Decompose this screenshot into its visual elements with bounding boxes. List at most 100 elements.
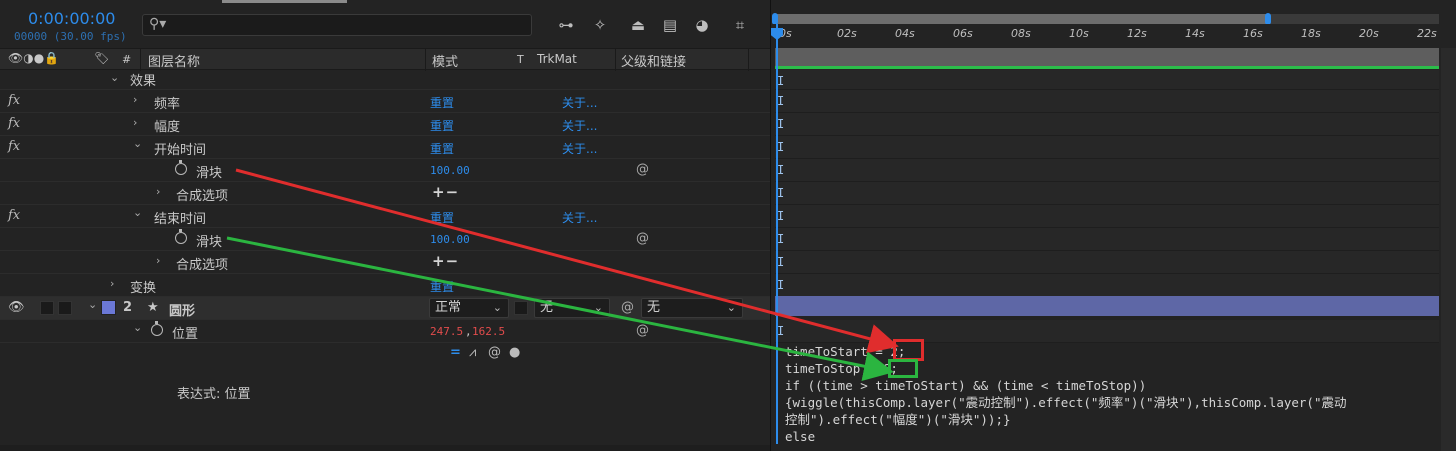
expression-editor[interactable]: timeToStart = 2; timeToStop = 6; if ((time… (785, 343, 1347, 445)
about-link[interactable]: 关于... (562, 209, 597, 226)
reset-link[interactable]: 重置 (430, 117, 454, 134)
ruler-tick-label: 16s (1243, 27, 1263, 40)
current-time-indicator[interactable] (776, 24, 778, 444)
chevron-down-icon: ⌄ (726, 301, 736, 314)
chevron-right-icon[interactable]: › (156, 185, 160, 198)
about-link[interactable]: 关于... (562, 140, 597, 157)
chevron-right-icon[interactable]: › (133, 116, 137, 129)
parent-link-column-header[interactable]: 父级和链接 (621, 51, 686, 70)
reset-link[interactable]: 重置 (430, 94, 454, 111)
keyframe-ibeam-icon: I (777, 140, 785, 154)
visibility-eye-icon[interactable]: 👁 (8, 300, 25, 315)
chevron-right-icon[interactable]: › (156, 254, 160, 267)
search-icon: ⚲▾ (149, 16, 167, 32)
label-column-icon[interactable]: 🏷 (94, 51, 109, 65)
composition-flowchart-icon[interactable]: ⊶ (556, 15, 576, 35)
enable-expression-icon[interactable]: = (450, 345, 461, 360)
expression-pickwhip-icon[interactable]: @ (488, 345, 501, 360)
chevron-down-icon[interactable]: ⌄ (88, 298, 97, 311)
stopwatch-icon[interactable] (175, 160, 187, 175)
position-y-value[interactable]: 162.5 (472, 325, 505, 338)
expression-line: {wiggle(thisComp.layer("震动控制").effect("频… (785, 395, 1347, 410)
parent-select[interactable]: 无 ⌄ (641, 298, 743, 318)
stopwatch-icon[interactable] (175, 229, 187, 244)
pickwhip-icon[interactable]: @ (636, 231, 649, 246)
timeline-toolbar: 0:00:00:00 00000 (30.00 fps) ⚲▾ ⊶ ✧ ⏏ ▤ … (0, 0, 770, 48)
fx-icon[interactable]: fx (8, 208, 20, 223)
t-column-header: T (517, 53, 524, 66)
layer-search-input[interactable]: ⚲▾ (142, 14, 532, 36)
chevron-down-icon[interactable]: ⌄ (133, 321, 142, 334)
layer-name[interactable]: 圆形 (169, 300, 195, 319)
frequency-label: 频率 (154, 97, 181, 112)
keyframe-ibeam-icon: I (777, 163, 785, 177)
effects-label: 效果 (130, 74, 157, 89)
layer-row-circle[interactable]: 👁 ⌄ 2 ★ 圆形 正常 ⌄ 无 ⌄ @ 无 ⌄ (0, 297, 770, 320)
effect-row-amplitude: fx › 幅度 重置 关于... (0, 113, 770, 136)
position-label: 位置 (172, 327, 199, 342)
ruler-tick-label: 12s (1127, 27, 1147, 40)
motion-blur-icon[interactable]: ◕ (692, 15, 712, 35)
pickwhip-icon[interactable]: @ (636, 162, 649, 177)
vertical-scrollbar[interactable] (1441, 48, 1456, 451)
add-remove-mask-buttons[interactable]: +− (432, 183, 459, 201)
ruler-tick-label: 02s (837, 27, 857, 40)
add-remove-mask-buttons[interactable]: +− (432, 252, 459, 270)
number-column-header: # (122, 53, 132, 66)
blend-mode-select[interactable]: 正常 ⌄ (429, 298, 509, 318)
slider-value[interactable]: 100.00 (430, 233, 470, 246)
chevron-right-icon[interactable]: › (110, 277, 114, 290)
stop-value-highlight (888, 359, 918, 378)
chevron-down-icon[interactable]: ⌄ (110, 71, 119, 84)
trkmat-column-header[interactable]: TrkMat (537, 52, 577, 66)
pickwhip-icon[interactable]: @ (636, 323, 649, 338)
expression-graph-icon[interactable]: ⩘ (469, 345, 476, 360)
track-matte-value: 无 (540, 300, 554, 315)
timeline-row: I (775, 182, 1439, 205)
composite-options-row: › 合成选项 +− (0, 251, 770, 274)
frame-blending-icon[interactable]: ▤ (660, 15, 680, 35)
current-time-display[interactable]: 0:00:00:00 (28, 9, 115, 28)
reset-link[interactable]: 重置 (430, 209, 454, 226)
work-area-bar[interactable] (775, 48, 1439, 66)
column-headers: 👁◑●🔒 🏷 # 图层名称 模式 T TrkMat 父级和链接 (0, 48, 770, 71)
time-navigator[interactable] (772, 13, 1439, 25)
fx-icon[interactable]: fx (8, 116, 20, 131)
navigator-range[interactable] (777, 14, 1267, 24)
visibility-column-icon[interactable]: 👁◑●🔒 (8, 51, 59, 65)
start-time-label: 开始时间 (154, 143, 207, 158)
layer-duration-bar[interactable] (775, 296, 1439, 316)
timeline-row: I (775, 228, 1439, 251)
chevron-down-icon: ⌄ (492, 301, 502, 314)
keyframe-ibeam-icon: I (777, 232, 785, 246)
preserve-transparency-toggle[interactable] (514, 301, 528, 315)
slider-value[interactable]: 100.00 (430, 164, 470, 177)
graph-editor-icon[interactable]: ⌗ (730, 15, 750, 35)
reset-link[interactable]: 重置 (430, 140, 454, 157)
chevron-down-icon[interactable]: ⌄ (133, 137, 142, 150)
mode-column-header[interactable]: 模式 (432, 51, 458, 70)
hide-shy-layers-icon[interactable]: ⏏ (628, 15, 648, 35)
expression-language-menu-icon[interactable]: ● (509, 345, 520, 360)
end-time-label: 结束时间 (154, 212, 207, 227)
reset-link[interactable]: 重置 (430, 278, 454, 295)
chevron-down-icon[interactable]: ⌄ (133, 206, 142, 219)
chevron-right-icon[interactable]: › (133, 93, 137, 106)
pickwhip-icon[interactable]: @ (621, 300, 634, 315)
position-x-value[interactable]: 247.5 (430, 325, 463, 338)
fx-icon[interactable]: fx (8, 139, 20, 154)
expression-row: = ⩘ @ ● 表达式: 位置 (0, 343, 770, 445)
time-ruler[interactable]: 0s 02s 04s 06s 08s 10s 12s 14s 16s 18s 20s 22s (771, 24, 1456, 48)
fx-icon[interactable]: fx (8, 93, 20, 108)
stopwatch-icon[interactable] (151, 321, 163, 336)
about-link[interactable]: 关于... (562, 94, 597, 111)
layer-name-column-header[interactable]: 图层名称 (148, 51, 200, 70)
solo-toggle[interactable] (58, 301, 72, 315)
track-matte-select[interactable]: 无 ⌄ (534, 298, 610, 318)
audio-toggle[interactable] (40, 301, 54, 315)
about-link[interactable]: 关于... (562, 117, 597, 134)
label-color-swatch[interactable] (101, 300, 116, 315)
draft-3d-icon[interactable]: ✧ (590, 15, 610, 35)
ruler-tick-label: 08s (1011, 27, 1031, 40)
layer-panel: 0:00:00:00 00000 (30.00 fps) ⚲▾ ⊶ ✧ ⏏ ▤ … (0, 0, 770, 451)
